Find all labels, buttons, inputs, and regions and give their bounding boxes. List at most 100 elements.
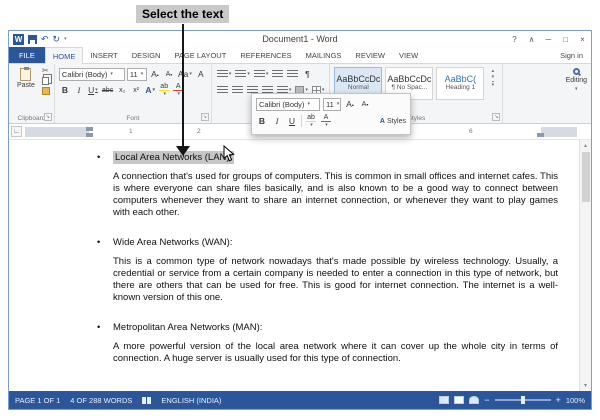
document-area[interactable]: • Local Area Networks (LAN): A connectio…	[9, 140, 591, 391]
change-case-icon[interactable]: Aa	[177, 67, 193, 81]
copy-icon[interactable]	[41, 77, 49, 85]
zoom-out-button[interactable]: −	[484, 395, 489, 405]
save-icon[interactable]	[28, 34, 37, 44]
scroll-down-icon[interactable]: ▾	[584, 382, 587, 389]
language-indicator[interactable]: ENGLISH (INDIA)	[161, 396, 221, 405]
grow-font-icon[interactable]: A ▴	[149, 67, 161, 81]
bullet-body[interactable]: This is a common type of network nowaday…	[113, 256, 558, 304]
annotation-callout: Select the text	[136, 5, 230, 23]
word-logo-icon[interactable]: W	[13, 33, 24, 45]
cut-icon[interactable]: ✂	[42, 67, 50, 75]
style-heading-1[interactable]: AaBbC( Heading 1	[436, 67, 485, 100]
bullet-body[interactable]: A connection that's used for groups of c…	[113, 171, 558, 219]
status-right: − + 100%	[439, 395, 585, 405]
zoom-slider[interactable]	[494, 396, 551, 404]
font-name-combo[interactable]: Calibri (Body)	[58, 67, 125, 81]
font-dialog-launcher-icon[interactable]	[200, 113, 209, 121]
mini-shrink-font-icon[interactable]: A ▾	[359, 97, 371, 111]
sign-in-link[interactable]: Sign in	[552, 47, 591, 63]
zoom-slider-thumb[interactable]	[520, 396, 525, 404]
document-page: • Local Area Networks (LAN): A connectio…	[9, 140, 579, 391]
mini-bold-button[interactable]: B	[256, 114, 268, 128]
style-name: ¶ No Spac...	[391, 84, 428, 92]
indent-marker-right[interactable]	[537, 133, 544, 137]
subscript-button[interactable]: x₂	[116, 83, 128, 97]
word-window: W ↶ ↻ ▾ Document1 - Word ? ∧ ─ □ × FILE …	[8, 30, 592, 410]
shrink-font-icon[interactable]: A ▾	[163, 67, 175, 81]
status-left: PAGE 1 OF 1 4 OF 288 WORDS ENGLISH (INDI…	[15, 396, 221, 405]
tab-mailings[interactable]: MAILINGS	[299, 47, 349, 63]
group-editing[interactable]: Editing ▾	[562, 64, 591, 123]
strikethrough-button[interactable]: abc	[101, 83, 114, 97]
underline-button[interactable]: U	[87, 83, 99, 97]
qat-dropdown-icon[interactable]: ▾	[64, 36, 67, 42]
tab-home[interactable]: HOME	[44, 47, 84, 64]
pilcrow-icon[interactable]: ¶	[301, 67, 313, 81]
numbering-icon[interactable]	[234, 67, 251, 81]
tab-design[interactable]: DESIGN	[125, 47, 168, 63]
close-button[interactable]: ×	[574, 32, 591, 46]
tab-review[interactable]: REVIEW	[348, 47, 392, 63]
find-magnifier-icon	[572, 68, 580, 75]
tab-file[interactable]: FILE	[9, 47, 45, 63]
page-indicator[interactable]: PAGE 1 OF 1	[15, 396, 60, 405]
read-mode-icon[interactable]	[439, 396, 450, 404]
scrollbar-thumb[interactable]	[582, 152, 590, 202]
minimize-button[interactable]: ─	[540, 32, 557, 46]
mini-highlight-icon[interactable]: ab	[305, 114, 317, 128]
scroll-up-icon[interactable]: ▴	[584, 142, 587, 149]
print-layout-icon[interactable]	[454, 396, 465, 404]
mini-grow-font-icon[interactable]: A ▴	[344, 97, 356, 111]
styles-scroll-down-icon[interactable]: ▾	[492, 75, 495, 80]
multilevel-list-icon[interactable]	[253, 67, 270, 81]
tab-references[interactable]: REFERENCES	[233, 47, 298, 63]
format-painter-icon[interactable]	[41, 87, 50, 95]
ribbon-display-options-button[interactable]: ∧	[523, 32, 540, 46]
word-count[interactable]: 4 OF 288 WORDS	[70, 396, 132, 405]
tab-view[interactable]: VIEW	[392, 47, 425, 63]
decrease-indent-icon[interactable]	[271, 67, 284, 81]
mini-styles-button[interactable]: A Styles	[380, 118, 406, 125]
styles-more-icon[interactable]: ▾	[491, 81, 495, 88]
bullet-heading[interactable]: • Wide Area Networks (WAN):	[97, 237, 558, 248]
undo-icon[interactable]: ↶	[41, 34, 49, 44]
align-left-icon[interactable]	[216, 83, 229, 97]
mini-font-size-combo[interactable]: 11	[323, 97, 341, 111]
mini-underline-button[interactable]: U	[286, 114, 298, 128]
tab-page-layout[interactable]: PAGE LAYOUT	[167, 47, 233, 63]
text-effects-icon[interactable]: A	[144, 83, 156, 97]
proofing-book-icon[interactable]	[142, 396, 152, 404]
text-highlight-icon[interactable]: ab	[158, 83, 170, 97]
maximize-button[interactable]: □	[557, 32, 574, 46]
mini-font-name-combo[interactable]: Calibri (Body)	[256, 97, 320, 111]
bullet-body[interactable]: A more powerful version of the local are…	[113, 341, 558, 365]
indent-marker-left[interactable]	[86, 127, 93, 131]
mini-italic-button[interactable]: I	[271, 114, 283, 128]
zoom-level[interactable]: 100%	[566, 396, 585, 405]
clear-formatting-icon[interactable]: A	[195, 67, 207, 81]
indent-marker-hanging[interactable]	[86, 133, 93, 137]
window-controls: ? ∧ ─ □ ×	[506, 32, 591, 46]
redo-icon[interactable]: ↻	[53, 34, 61, 44]
superscript-button[interactable]: x²	[130, 83, 142, 97]
zoom-in-button[interactable]: +	[556, 395, 561, 405]
tab-insert[interactable]: INSERT	[83, 47, 124, 63]
font-size-combo[interactable]: 11	[126, 67, 147, 81]
styles-dialog-launcher-icon[interactable]	[492, 113, 501, 121]
ribbon-tabs: FILE HOME INSERT DESIGN PAGE LAYOUT REFE…	[9, 47, 591, 64]
increase-indent-icon[interactable]	[286, 67, 299, 81]
bold-button[interactable]: B	[59, 83, 71, 97]
tab-selector-icon[interactable]: ∟	[11, 126, 22, 137]
web-layout-icon[interactable]	[469, 396, 480, 404]
mouse-pointer-icon	[223, 144, 235, 167]
italic-button[interactable]: I	[73, 83, 85, 97]
vertical-scrollbar[interactable]: ▴ ▾	[579, 140, 591, 391]
help-button[interactable]: ?	[506, 32, 523, 46]
selected-text[interactable]: Local Area Networks (LAN):	[113, 151, 235, 164]
paste-button[interactable]: Paste	[13, 67, 39, 111]
mini-font-color-icon[interactable]: A	[320, 114, 332, 128]
bullets-icon[interactable]	[216, 67, 233, 81]
align-center-icon[interactable]	[231, 83, 244, 97]
clipboard-dialog-launcher-icon[interactable]	[43, 113, 52, 121]
bullet-heading[interactable]: • Metropolitan Area Networks (MAN):	[97, 322, 558, 333]
